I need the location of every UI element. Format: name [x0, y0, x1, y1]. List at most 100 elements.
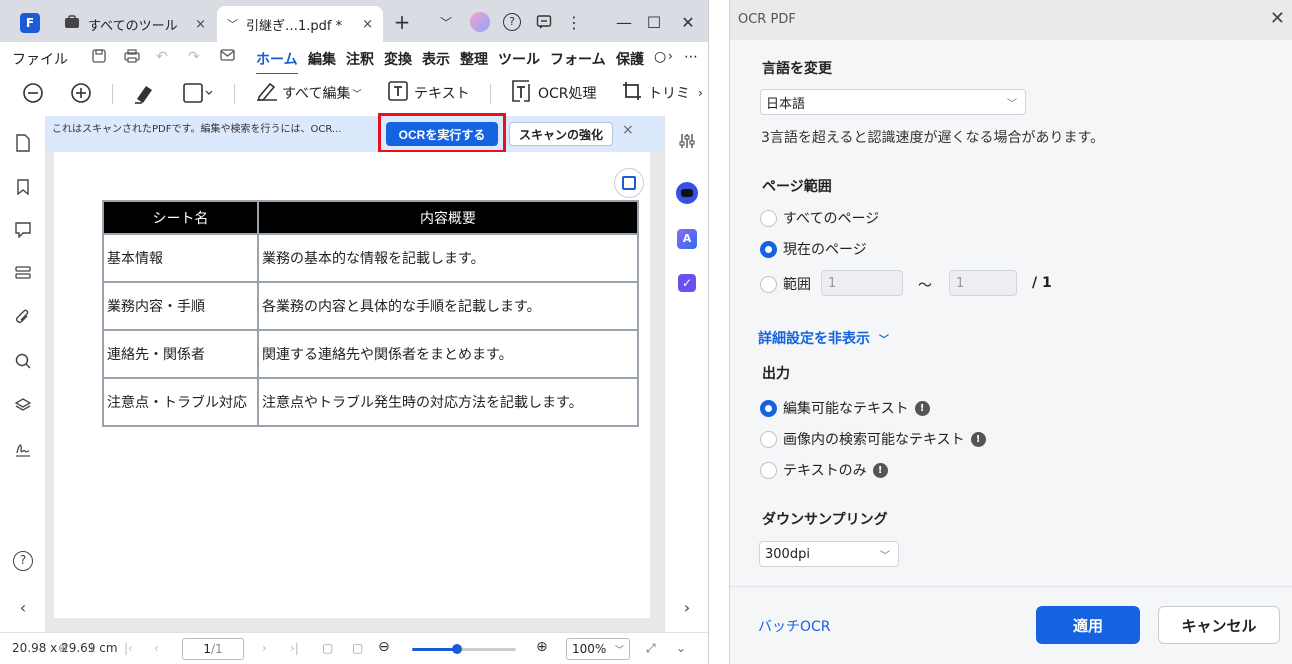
menu-file[interactable]: ファイル — [12, 49, 68, 69]
last-page-icon[interactable]: ›| — [290, 641, 299, 655]
menu-organize[interactable]: 整理 — [460, 49, 488, 69]
zoom-out-icon[interactable]: ⊖ — [378, 639, 390, 655]
help-icon[interactable]: ? — [498, 8, 526, 36]
run-ocr-button[interactable]: OCRを実行する — [386, 122, 498, 146]
radio-searchable-image-text[interactable]: 画像内の検索可能なテキスト ! — [760, 429, 986, 449]
expand-panel-icon[interactable]: › — [676, 596, 698, 618]
chevron-right-icon[interactable]: › — [698, 80, 703, 106]
range-to-input[interactable]: 1 — [949, 270, 1017, 296]
info-icon[interactable]: ! — [914, 400, 930, 416]
translate-icon[interactable]: A — [676, 228, 698, 250]
info-icon[interactable]: ! — [970, 431, 986, 447]
tab-all-tools[interactable]: すべてのツール × — [52, 6, 216, 42]
radio-button[interactable] — [760, 240, 777, 258]
properties-sliders-icon[interactable] — [676, 130, 698, 152]
close-icon[interactable]: ✕ — [1270, 8, 1285, 29]
avatar[interactable] — [466, 8, 494, 36]
previous-page-icon[interactable]: ‹ — [154, 641, 159, 655]
page-ai-toggle-icon[interactable] — [614, 168, 644, 198]
save-icon[interactable] — [92, 49, 106, 67]
zoom-level-select[interactable]: 100% ﹀ — [566, 638, 630, 660]
edit-all-button[interactable]: すべて編集 ﹀ — [256, 80, 361, 106]
radio-text-only[interactable]: テキストのみ ! — [760, 460, 888, 480]
text-tool-button[interactable]: テキスト — [388, 80, 470, 106]
radio-button[interactable] — [760, 209, 777, 227]
apply-button[interactable]: 適用 — [1036, 606, 1140, 644]
zoom-in-icon[interactable]: ⊕ — [536, 639, 548, 655]
menu-home[interactable]: ホーム — [256, 49, 298, 75]
language-select[interactable]: 日本語 ﹀ — [760, 89, 1026, 115]
menu-tools[interactable]: ツール — [498, 49, 540, 69]
radio-range[interactable]: 範囲 — [760, 274, 811, 294]
redo-icon[interactable]: ↷ — [188, 49, 200, 65]
radio-editable-text[interactable]: 編集可能なテキスト ! — [760, 398, 930, 418]
menu-protect[interactable]: 保護 — [616, 49, 644, 69]
maximize-button[interactable]: ☐ — [640, 8, 668, 36]
layers-list-icon[interactable] — [12, 262, 34, 284]
layers-icon[interactable] — [12, 394, 34, 416]
radio-all-pages[interactable]: すべてのページ — [760, 208, 879, 228]
comment-icon[interactable] — [12, 219, 34, 241]
range-from-input[interactable]: 1 — [821, 270, 903, 296]
rotate-icon[interactable]: ▢ — [352, 641, 363, 655]
proofread-icon[interactable]: ✓ — [676, 272, 698, 294]
highlighter-icon[interactable] — [133, 80, 157, 106]
mail-icon[interactable] — [220, 49, 235, 65]
menu-view[interactable]: 表示 — [422, 49, 450, 69]
collapse-sidebar-icon[interactable]: ‹ — [12, 596, 34, 618]
more-options-icon[interactable]: ⋮ — [560, 8, 588, 36]
tab-list-dropdown-icon[interactable]: ﹀ — [432, 8, 460, 36]
zoom-slider-handle[interactable] — [451, 644, 462, 654]
zoom-slider[interactable] — [412, 644, 516, 654]
menu-edit[interactable]: 編集 — [308, 49, 336, 69]
radio-button[interactable] — [760, 461, 777, 479]
batch-ocr-link[interactable]: バッチOCR — [758, 616, 831, 636]
shape-tool-icon[interactable] — [183, 80, 213, 106]
select-cursor-icon[interactable]: ⌶ — [88, 641, 95, 656]
next-page-icon[interactable]: › — [262, 641, 267, 655]
language-note: 3言語を超えると認識速度が遅くなる場合があります。 — [761, 130, 1105, 146]
fullscreen-icon[interactable]: ⤢ — [646, 641, 656, 656]
menu-annotate[interactable]: 注釈 — [346, 49, 374, 69]
close-window-button[interactable]: ✕ — [674, 8, 702, 36]
feedback-icon[interactable] — [530, 8, 558, 36]
fit-page-icon[interactable]: ⊕ — [58, 641, 68, 655]
scroll-down-icon[interactable]: ⌄ — [676, 641, 686, 655]
attachment-icon[interactable] — [12, 306, 34, 328]
zoom-in-icon[interactable] — [70, 80, 92, 106]
page-thumbnail-icon[interactable] — [12, 132, 34, 154]
menu-convert[interactable]: 変換 — [384, 49, 412, 69]
help-icon[interactable]: ? — [12, 550, 34, 572]
radio-button[interactable] — [760, 399, 777, 417]
crop-tool-button[interactable]: トリミ — [622, 80, 690, 106]
signature-icon[interactable] — [12, 438, 34, 460]
new-tab-button[interactable]: + — [388, 8, 416, 36]
more-menu-button[interactable]: ⋯ — [684, 49, 698, 65]
advanced-settings-toggle[interactable]: 詳細設定を非表示 ﹀ — [758, 328, 889, 348]
cancel-button[interactable]: キャンセル — [1158, 606, 1280, 644]
ocr-tool-button[interactable]: OCR処理 — [512, 80, 597, 106]
enhance-scan-button[interactable]: スキャンの強化 — [509, 122, 613, 146]
close-icon[interactable]: × — [622, 122, 634, 138]
single-page-view-icon[interactable]: ▢ — [322, 641, 333, 655]
page-number-field[interactable]: 1 /1 — [182, 638, 244, 660]
downsampling-select[interactable]: 300dpi ﹀ — [759, 541, 899, 567]
search-icon[interactable]: ○ — [654, 49, 666, 65]
tab-document[interactable]: ﹀ 引継ぎ…1.pdf * × — [217, 6, 383, 42]
close-tab-icon[interactable]: × — [195, 17, 206, 32]
undo-icon[interactable]: ↶ — [156, 49, 168, 65]
info-icon[interactable]: ! — [872, 462, 888, 478]
zoom-out-icon[interactable] — [22, 80, 44, 106]
search-icon[interactable] — [12, 350, 34, 372]
menu-form[interactable]: フォーム — [550, 49, 606, 69]
radio-button[interactable] — [760, 430, 777, 448]
bookmark-icon[interactable] — [12, 176, 34, 198]
minimize-button[interactable]: — — [610, 8, 638, 36]
ai-assistant-icon[interactable] — [676, 182, 698, 204]
first-page-icon[interactable]: |‹ — [124, 641, 133, 655]
chevron-right-icon[interactable]: › — [668, 49, 673, 63]
print-icon[interactable] — [124, 49, 140, 67]
radio-current-page[interactable]: 現在のページ — [760, 239, 867, 259]
close-tab-icon[interactable]: × — [362, 17, 373, 32]
radio-button[interactable] — [760, 275, 777, 293]
